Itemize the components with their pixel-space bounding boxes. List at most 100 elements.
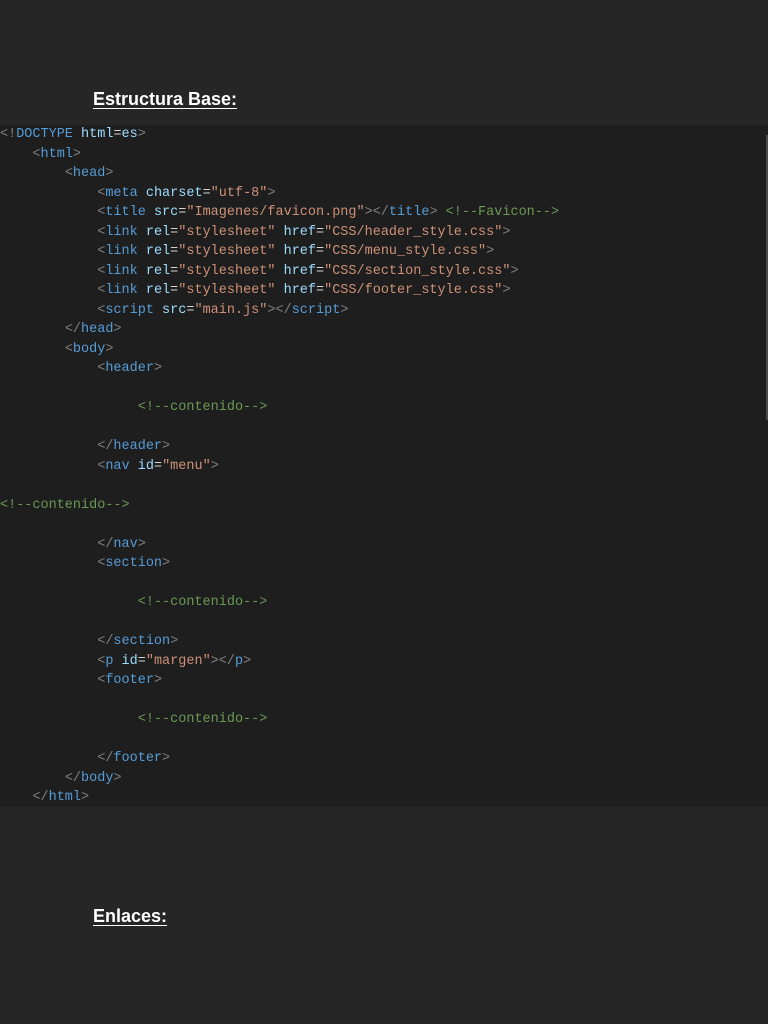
code-token: <!--contenido-->	[137, 400, 268, 415]
code-token: =	[316, 224, 325, 240]
code-line: <section>	[0, 554, 559, 574]
code-token: >	[502, 224, 511, 240]
code-token: ></	[267, 302, 292, 318]
code-line: <link rel="stylesheet" href="CSS/section…	[0, 262, 559, 282]
code-token: head	[72, 166, 106, 181]
code-line: </footer>	[0, 749, 559, 769]
code-lines: <!DOCTYPE html=es> <html> <head> <meta c…	[0, 125, 559, 808]
code-token: >	[72, 146, 82, 162]
code-token: >	[105, 341, 114, 357]
section-heading-estructura: Estructura Base:	[93, 89, 238, 109]
code-token: section	[113, 634, 171, 649]
code-token: >	[113, 770, 122, 786]
code-token: >	[113, 322, 122, 337]
code-line: <title src="Imagenes/favicon.png"></titl…	[0, 203, 559, 223]
code-token: script	[291, 302, 341, 318]
code-line: <!--contenido-->	[0, 496, 559, 516]
code-line: <meta charset="utf-8">	[0, 184, 559, 204]
code-token: head	[81, 322, 114, 337]
code-token: footer	[105, 673, 154, 688]
code-token: >	[162, 751, 171, 766]
code-token: footer	[113, 751, 163, 766]
code-token: <!--contenido-->	[137, 712, 268, 727]
code-token: "Imagenes/favicon.png"	[186, 205, 365, 220]
code-token: </	[64, 770, 82, 786]
code-token: >	[340, 302, 349, 318]
code-token: "stylesheet"	[178, 244, 276, 259]
code-token: body	[72, 341, 106, 357]
code-token: ></	[210, 653, 235, 669]
code-line: <body>	[0, 340, 559, 360]
code-token: </	[97, 751, 114, 766]
code-token: "main.js"	[194, 302, 268, 318]
code-line: <!--contenido-->	[0, 593, 559, 613]
code-token: >	[502, 283, 511, 298]
code-line: </head>	[0, 320, 559, 340]
code-line: <script src="main.js"></script>	[0, 301, 559, 321]
code-token: href	[283, 263, 316, 279]
code-token: =	[316, 263, 325, 279]
code-token: href	[283, 224, 316, 240]
code-line: <footer>	[0, 671, 559, 691]
code-token: "stylesheet"	[178, 263, 276, 279]
code-token: =	[153, 458, 163, 474]
code-token: title	[105, 205, 146, 220]
code-token: >	[162, 556, 171, 571]
section-heading-enlaces: Enlaces:	[93, 906, 168, 926]
code-token: link	[105, 263, 138, 279]
code-token: >	[81, 790, 90, 805]
code-token: "utf-8"	[210, 185, 268, 201]
code-token: script	[105, 302, 154, 318]
code-token: "CSS/section_style.css"	[324, 263, 511, 279]
code-token: <	[64, 341, 73, 357]
code-token: ></	[364, 205, 389, 220]
code-line: <nav id="menu">	[0, 457, 559, 477]
code-token: section	[105, 556, 163, 571]
code-token: <!--contenido-->	[0, 497, 130, 513]
code-line: <!--contenido-->	[0, 398, 559, 418]
code-token: </	[97, 634, 114, 649]
code-token: =	[316, 244, 325, 259]
code-token: <	[32, 146, 41, 162]
code-token: title	[388, 205, 430, 220]
code-token: nav	[105, 458, 130, 474]
code-token: html	[40, 146, 73, 162]
code-token: html	[81, 127, 114, 142]
code-token: >	[267, 185, 276, 201]
code-line: <html>	[0, 145, 559, 165]
code-token: </	[97, 439, 114, 454]
code-token: link	[105, 283, 138, 298]
code-token: >	[137, 536, 146, 552]
code-token: body	[81, 770, 114, 786]
code-token: </	[64, 322, 82, 337]
code-token: "stylesheet"	[178, 283, 276, 298]
code-token: "menu"	[162, 458, 211, 474]
code-token: >	[243, 653, 252, 669]
code-token: header	[113, 439, 163, 454]
code-token: >	[153, 673, 163, 688]
code-block: <!DOCTYPE html=es> <html> <head> <meta c…	[0, 125, 768, 807]
code-token: es	[121, 127, 138, 142]
code-token: =	[316, 283, 325, 298]
code-line: <header>	[0, 359, 559, 379]
code-token: >	[510, 263, 519, 279]
code-token: =	[202, 185, 211, 201]
code-line: <!--contenido-->	[0, 710, 559, 730]
code-token: >	[170, 634, 179, 649]
code-token: meta	[105, 185, 138, 201]
